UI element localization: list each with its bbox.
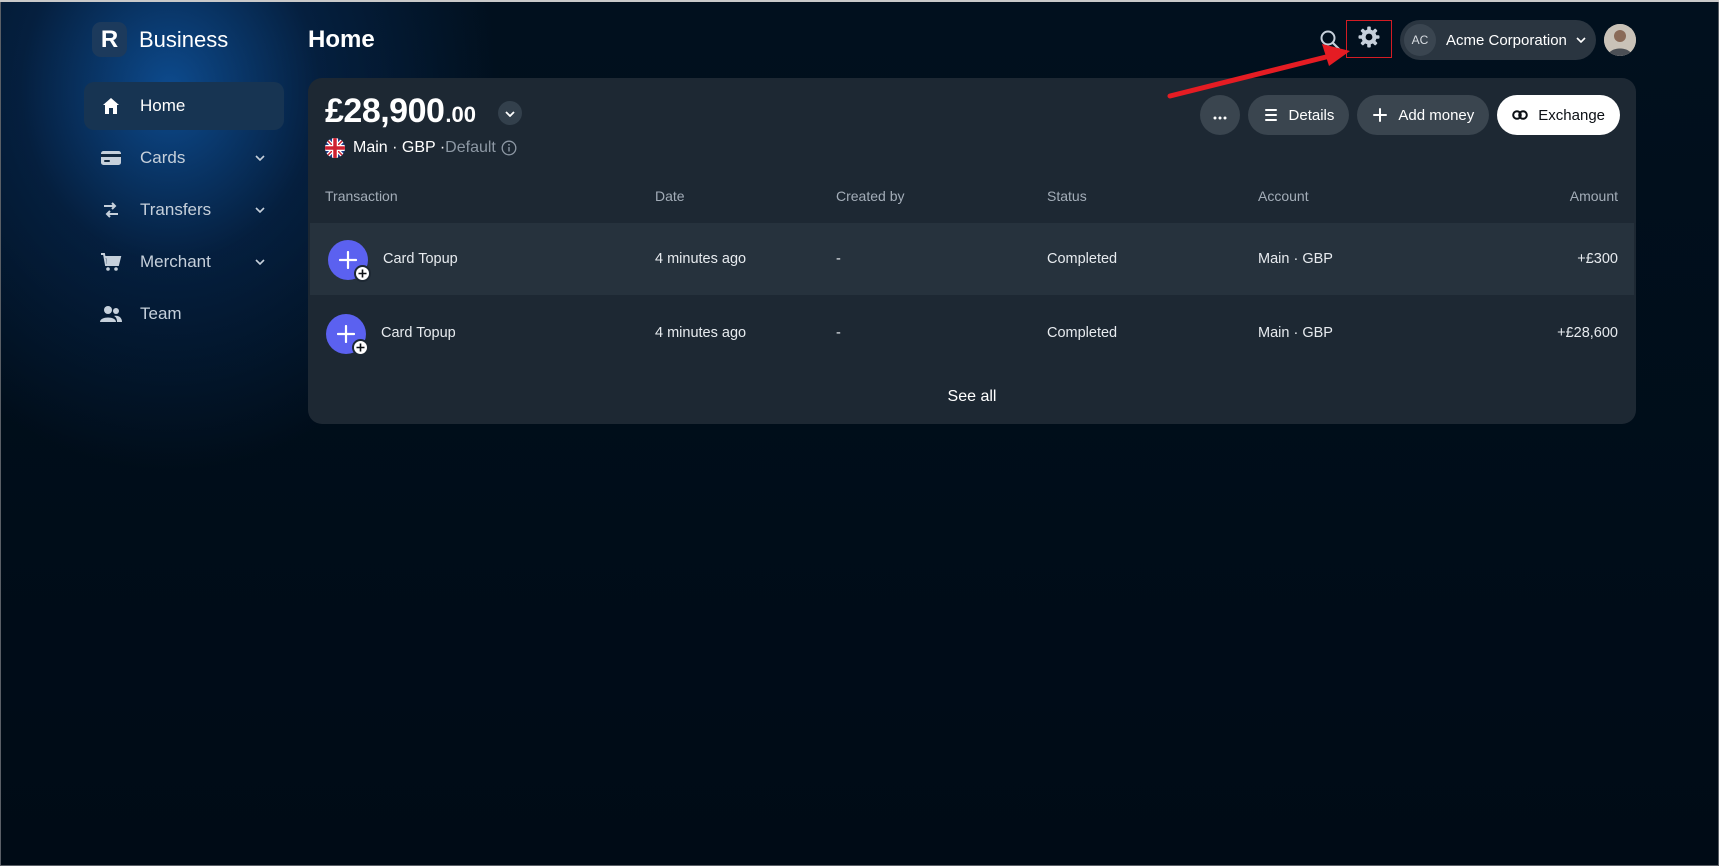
more-icon — [1213, 107, 1227, 124]
see-all-link[interactable]: See all — [308, 388, 1636, 406]
brand-name: Business — [139, 26, 229, 52]
chevron-down-icon — [254, 152, 266, 164]
list-icon — [1263, 107, 1279, 123]
transaction-date: 4 minutes ago — [655, 325, 747, 341]
gear-icon — [1357, 25, 1381, 54]
account-label: Main · GBP · Default — [325, 138, 517, 158]
transaction-account: Main · GBP — [1258, 325, 1333, 341]
chevron-down-icon — [254, 204, 266, 216]
plus-badge-icon — [354, 265, 371, 282]
uk-flag-icon — [325, 138, 345, 158]
window-top-edge — [0, 0, 1719, 2]
add-money-label: Add money — [1398, 106, 1475, 124]
sidebar-item-team[interactable]: Team — [84, 290, 284, 338]
team-icon — [100, 303, 122, 325]
table-row[interactable]: Card Topup 4 minutes ago - Completed Mai… — [308, 297, 1636, 369]
transaction-amount: +£300 — [1577, 251, 1618, 267]
sidebar-item-transfers[interactable]: Transfers — [84, 186, 284, 234]
sidebar-item-cards[interactable]: Cards — [84, 134, 284, 182]
balance-cents: .00 — [445, 102, 476, 127]
transfers-icon — [100, 199, 122, 221]
transaction-amount: +£28,600 — [1557, 325, 1618, 341]
add-money-button[interactable]: Add money — [1357, 95, 1490, 135]
details-label: Details — [1288, 106, 1335, 124]
info-icon[interactable] — [501, 140, 517, 156]
table-row[interactable]: Card Topup 4 minutes ago - Completed Mai… — [310, 223, 1634, 295]
default-label: Default — [445, 139, 496, 156]
account-avatar: AC — [1404, 24, 1436, 56]
balance-dropdown-button[interactable] — [498, 101, 522, 125]
balance-amount: £28,900 .00 — [325, 92, 476, 131]
account-name-label: Main · GBP · — [353, 139, 446, 156]
settings-button[interactable] — [1346, 20, 1392, 58]
more-button[interactable] — [1199, 95, 1240, 135]
table-header: Transaction Date Created by Status Accou… — [308, 188, 1636, 212]
details-button[interactable]: Details — [1247, 95, 1350, 135]
transaction-name: Card Topup — [381, 325, 456, 341]
transaction-name: Card Topup — [383, 251, 458, 267]
sidebar-item-label: Merchant — [140, 252, 211, 271]
balance-main: £28,900 — [325, 92, 445, 130]
sidebar-item-label: Cards — [140, 148, 186, 167]
brand-logo-icon: R — [92, 22, 127, 57]
plus-icon — [1372, 107, 1388, 123]
sidebar-item-label: Transfers — [140, 200, 212, 219]
transaction-status: Completed — [1047, 325, 1118, 341]
search-button[interactable] — [1318, 28, 1342, 52]
exchange-icon — [1512, 107, 1529, 123]
chevron-down-icon — [1575, 34, 1587, 46]
card-icon — [100, 147, 122, 169]
sidebar-nav: Home Cards Transfers Merchant Team — [84, 82, 284, 342]
exchange-label: Exchange — [1538, 106, 1605, 124]
transaction-created-by: - — [836, 251, 841, 267]
page-title: Home — [308, 26, 375, 53]
transaction-account: Main · GBP — [1258, 251, 1333, 267]
brand[interactable]: R Business — [92, 22, 228, 57]
column-header-date[interactable]: Date — [655, 188, 685, 204]
transaction-date: 4 minutes ago — [655, 251, 747, 267]
user-avatar[interactable] — [1604, 24, 1636, 56]
column-header-created-by[interactable]: Created by — [836, 188, 904, 204]
account-actions: Details Add money Exchange — [1192, 95, 1620, 135]
home-icon — [100, 95, 122, 117]
plus-badge-icon — [352, 339, 369, 356]
column-header-account[interactable]: Account — [1258, 188, 1309, 204]
sidebar-item-label: Home — [140, 96, 186, 115]
account-switcher[interactable]: AC Acme Corporation — [1400, 20, 1596, 60]
account-name: Acme Corporation — [1446, 31, 1567, 49]
chevron-down-icon — [505, 104, 515, 122]
exchange-button[interactable]: Exchange — [1497, 95, 1620, 135]
sidebar-item-home[interactable]: Home — [84, 82, 284, 130]
account-card: £28,900 .00 Main · GBP · Default Details… — [308, 78, 1636, 424]
sidebar-item-label: Team — [140, 304, 182, 323]
search-icon — [1318, 30, 1342, 56]
column-header-amount[interactable]: Amount — [1570, 188, 1618, 204]
sidebar-item-merchant[interactable]: Merchant — [84, 238, 284, 286]
column-header-status[interactable]: Status — [1047, 188, 1087, 204]
chevron-down-icon — [254, 256, 266, 268]
cart-icon — [100, 251, 122, 273]
column-header-transaction[interactable]: Transaction — [325, 188, 398, 204]
transaction-created-by: - — [836, 325, 841, 341]
transaction-status: Completed — [1047, 251, 1118, 267]
